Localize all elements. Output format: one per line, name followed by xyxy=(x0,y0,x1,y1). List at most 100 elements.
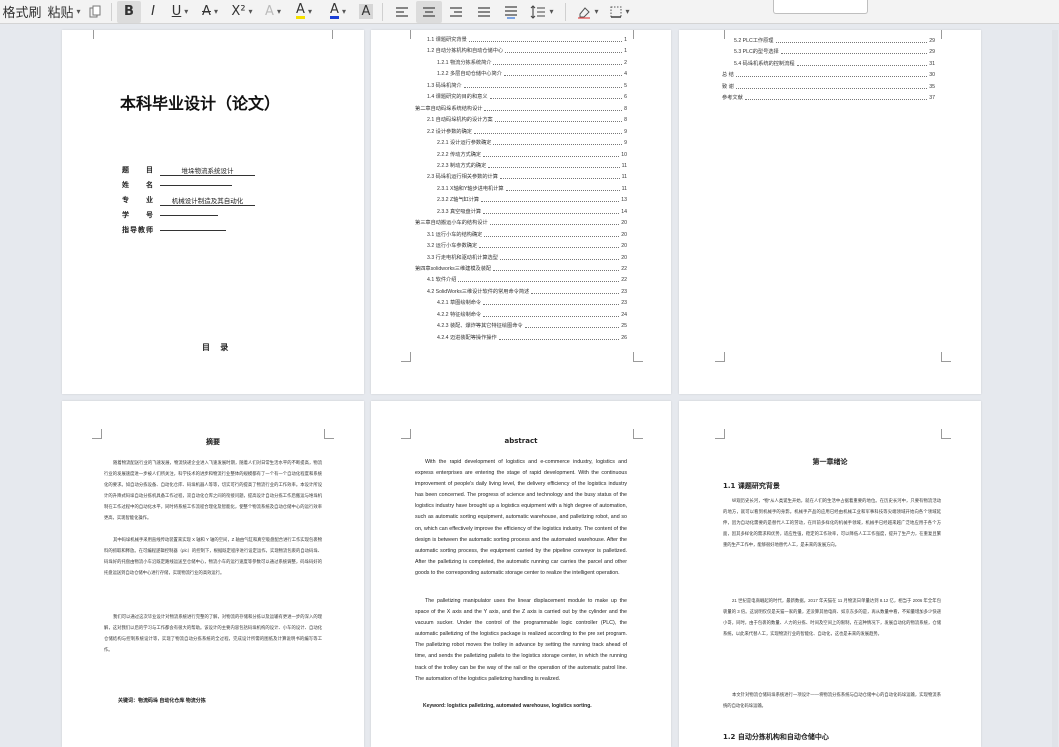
style-gallery[interactable] xyxy=(773,0,868,14)
toc-entry[interactable]: 1.3 码垛机简介 5 xyxy=(427,82,627,89)
toc-leader xyxy=(735,76,928,78)
margin-marker xyxy=(633,352,643,362)
scrollbar[interactable] xyxy=(1052,30,1058,747)
toc-entry[interactable]: 2.1 自动码垛机构的设计方案 8 xyxy=(427,116,627,123)
toc-entry[interactable]: 2.3.3 真空吸盘计算 14 xyxy=(437,208,627,215)
margin-marker xyxy=(401,352,411,362)
char-shading-button[interactable]: A xyxy=(355,1,377,23)
font-color-button[interactable]: A ▾ xyxy=(321,1,355,23)
toc-leader xyxy=(493,63,623,65)
toc-entry[interactable]: 2.2.3 制动方式的确定 11 xyxy=(437,162,627,169)
toc-entry[interactable]: 2.3.1 X轴和Y轴步进电机计算 11 xyxy=(437,185,627,192)
toc-entry[interactable]: 第三章自动搬运小车的结构设计 20 xyxy=(415,219,627,226)
toc-page-number: 1 xyxy=(624,37,627,43)
toc-entry-text: 1.4 课题研究的目的和意义 xyxy=(427,94,488,101)
toc-entry[interactable]: 致 谢 35 xyxy=(722,83,935,90)
highlight-button[interactable]: A ▾ xyxy=(287,1,321,23)
toc-entry[interactable]: 5.3 PLC的型号选择 29 xyxy=(734,48,935,55)
toc-leader xyxy=(483,155,620,157)
toc-entry[interactable]: 1.2.1 物流分拣系统简介 2 xyxy=(437,59,627,66)
toc-entry[interactable]: 1.2 自动分拣机构和自动仓储中心 1 xyxy=(427,47,627,54)
toc-entry[interactable]: 2.2.2 传动方式确定 10 xyxy=(437,151,627,158)
paste-special-button[interactable] xyxy=(84,1,106,23)
toc-entry-text: 5.4 码垛机系统的控制流程 xyxy=(734,60,795,67)
align-center-button[interactable] xyxy=(416,0,442,23)
bold-button[interactable]: B xyxy=(117,0,141,23)
strikethrough-label: A xyxy=(202,4,211,19)
align-center-icon xyxy=(423,6,435,17)
abstract-paragraph: The palletizing manipulator uses the lin… xyxy=(415,598,627,682)
toc-page-number: 23 xyxy=(621,288,627,295)
line-spacing-button[interactable]: ▾ xyxy=(524,1,560,23)
toc-entry-text: 2.3.3 真空吸盘计算 xyxy=(437,208,482,215)
margin-marker xyxy=(715,429,725,439)
superscript-button[interactable]: X² ▾ xyxy=(225,1,259,23)
toc-leader xyxy=(505,189,620,191)
toc-entry[interactable]: 5.4 码垛机系统的控制流程 31 xyxy=(734,60,935,67)
toc-entry[interactable]: 3.1 运行小车的结构确定 20 xyxy=(427,231,627,238)
distributed-button[interactable] xyxy=(498,1,524,23)
align-right-button[interactable] xyxy=(442,1,470,23)
margin-marker xyxy=(633,30,643,39)
toc-entry[interactable]: 4.2.4 迈进装配等操作操作 26 xyxy=(437,334,627,341)
toc-entry-text: 4.2.2 特征绘制命令 xyxy=(437,311,482,318)
chevron-down-icon: ▾ xyxy=(76,7,81,16)
format-painter-button[interactable]: 格式刷 xyxy=(0,1,44,23)
margin-marker xyxy=(941,429,951,439)
toc-entry[interactable]: 2.3 码垛机运行相关参数的计算 11 xyxy=(427,173,627,180)
toc-entry[interactable]: 2.2.1 设计运行参数确定 9 xyxy=(437,139,627,146)
toc-entry[interactable]: 1.2.2 多层自动仓储中心简介 4 xyxy=(437,70,627,77)
toc-entry[interactable]: 4.1 软件介绍 22 xyxy=(427,276,627,283)
italic-button[interactable]: I xyxy=(141,1,165,23)
toc-entry[interactable]: 4.2.3 装配、爆炸等其它特征绘图命令 25 xyxy=(437,322,627,329)
toc-entry[interactable]: 第二章自动码垛系统结构设计 8 xyxy=(415,105,627,112)
toc-entry[interactable]: 4.2 SolidWorks三维设计软件的常用命令简述 23 xyxy=(427,288,627,295)
toc-entry[interactable]: 4.2.1 草图绘制命令 23 xyxy=(437,299,627,306)
toc-leader xyxy=(481,201,620,203)
toc-entry-text: 2.1 自动码垛机构的设计方案 xyxy=(427,117,493,124)
paste-button[interactable]: 粘贴 ▾ xyxy=(44,1,84,23)
toc-entry-text: 2.3.1 X轴和Y轴步进电机计算 xyxy=(437,185,504,192)
toc-entry[interactable]: 总 结 30 xyxy=(722,71,935,78)
toc-page-number: 20 xyxy=(621,231,627,238)
toc-entry[interactable]: 参考文献 37 xyxy=(722,94,935,101)
underline-button[interactable]: U ▾ xyxy=(165,1,195,23)
toc-page-number: 2 xyxy=(624,59,627,66)
toc-leader xyxy=(494,121,623,123)
text-effect-button[interactable]: A ▾ xyxy=(259,1,287,23)
margin-marker xyxy=(332,30,342,39)
toc-entry[interactable]: 第四章solidworks三维建模及装配 22 xyxy=(415,265,627,272)
text-effect-label: A xyxy=(265,4,274,19)
toc-page-number: 11 xyxy=(621,162,627,169)
page-abstract-en: abstract With the rapid development of l… xyxy=(371,401,671,747)
page-abstract-cn: 摘要 随着物流配送行业的飞速发展，物流快递企业进入飞速发展时期，随着人们对日常生… xyxy=(62,401,364,747)
toc-entry-text: 3.1 运行小车的结构确定 xyxy=(427,231,483,238)
toc-entry[interactable]: 1.1 课题研究背景 1 xyxy=(427,36,627,43)
toc-entry-text: 2.2 设计参数的确定 xyxy=(427,128,472,135)
toc-entry[interactable]: 5.2 PLC工作原理 29 xyxy=(734,37,935,44)
toc-entry[interactable]: 2.2 设计参数的确定 9 xyxy=(427,128,627,135)
border-button[interactable]: ▾ xyxy=(605,1,635,23)
field-value xyxy=(160,229,226,231)
toc-entry-text: 致 谢 xyxy=(722,83,734,90)
strikethrough-button[interactable]: A ▾ xyxy=(195,1,225,23)
toc-entry[interactable]: 3.3 行走电机和驱动机计算选型 20 xyxy=(427,254,627,261)
toc-leader xyxy=(458,281,620,283)
toc-entry[interactable]: 3.2 运行小车参数确定 20 xyxy=(427,242,627,249)
toc-entry-text: 第二章自动码垛系统结构设计 xyxy=(415,105,483,112)
toc-page-number: 20 xyxy=(621,254,627,261)
toc-entry[interactable]: 2.3.2 Z轴气缸计算 13 xyxy=(437,196,627,203)
align-left-button[interactable] xyxy=(388,1,416,23)
toc-heading: 目 录 xyxy=(202,343,233,352)
toc-leader xyxy=(484,109,623,111)
toc-page-number: 6 xyxy=(624,94,627,101)
field-value: 堆垛物流系统设计 xyxy=(160,165,255,176)
chevron-down-icon: ▾ xyxy=(307,7,312,16)
justify-button[interactable] xyxy=(470,1,498,23)
align-right-icon xyxy=(450,6,462,17)
toc-entry[interactable]: 1.4 课题研究的目的和意义 6 xyxy=(427,93,627,100)
margin-marker xyxy=(715,30,725,39)
toc-entry[interactable]: 4.2.2 特征绘制命令 24 xyxy=(437,311,627,318)
clear-format-button[interactable]: ▾ xyxy=(571,1,605,23)
distributed-align-icon xyxy=(505,5,517,19)
